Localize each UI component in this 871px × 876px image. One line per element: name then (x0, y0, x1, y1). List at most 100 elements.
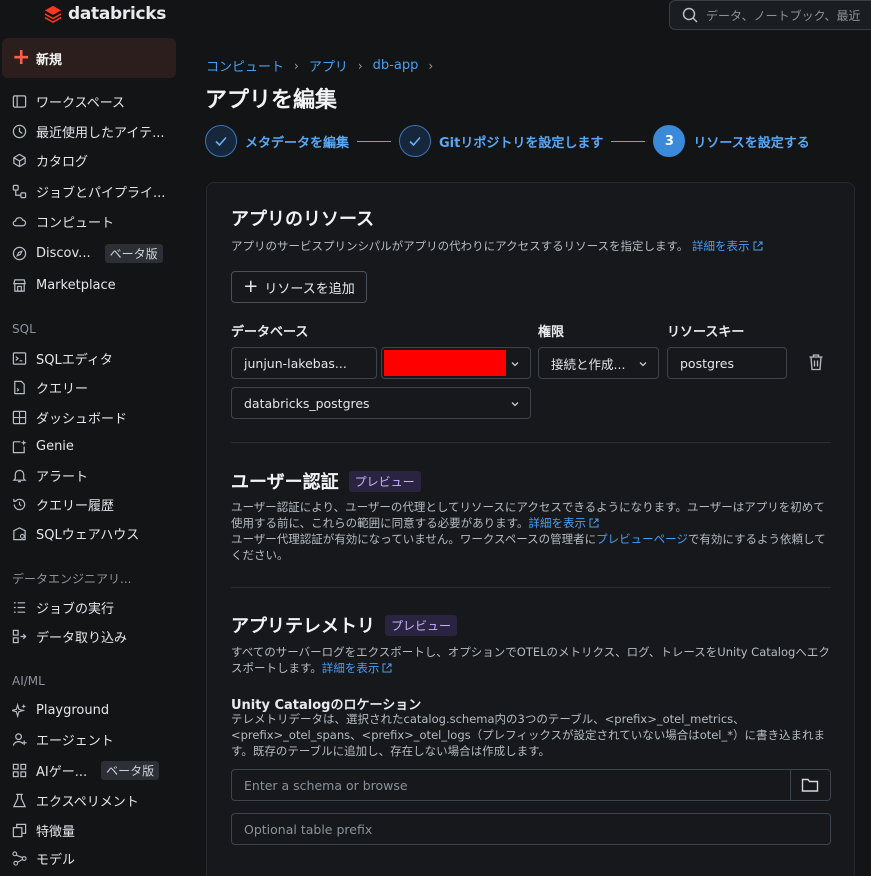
sidebar-item-ai-gateway[interactable]: AIゲー... ベータ版 (10, 758, 186, 782)
resources-desc: アプリのサービスプリンシパルがアプリの代わりにアクセスするリソースを指定します。… (231, 238, 831, 254)
add-resource-button[interactable]: + リソースを追加 (231, 271, 367, 303)
step-connector (611, 140, 646, 142)
user-auth-desc: ユーザー認証により、ユーザーの代理としてリソースにアクセスできるようになります。… (231, 500, 826, 562)
brand-name: databricks (68, 4, 167, 24)
sidebar-item-genie[interactable]: Genie (10, 434, 186, 458)
preview-page-link[interactable]: プレビューページ (596, 532, 688, 546)
divider (231, 442, 831, 443)
chevron-down-icon (639, 362, 647, 367)
sidebar-item-agents[interactable]: エージェント (10, 727, 186, 751)
telemetry-learn-more-link[interactable]: 詳細を表示 (322, 661, 380, 675)
chevron-right-icon: › (294, 58, 299, 73)
top-bar: databricks データ、ノートブック、最近 (0, 0, 871, 32)
beta-badge: ベータ版 (101, 760, 160, 780)
section-ai-ml: AI/ML (12, 674, 45, 688)
sidebar-item-recents[interactable]: 最近使用したアイテ... (10, 119, 186, 143)
catalog-icon (10, 151, 28, 169)
chevron-down-icon (511, 402, 519, 407)
breadcrumb-app[interactable]: db-app (373, 58, 419, 73)
history-icon (10, 495, 28, 513)
step-3-label[interactable]: リソースを設定する (693, 132, 809, 151)
sql-editor-icon (10, 349, 28, 367)
resource-key-input[interactable]: postgres (667, 347, 787, 379)
global-search[interactable]: データ、ノートブック、最近 (669, 0, 871, 30)
databricks-logo[interactable]: databricks (44, 4, 166, 24)
plus-icon: + (12, 45, 31, 70)
main-content: コンピュート › アプリ › db-app › アプリを編集 メタデータを編集 … (189, 32, 871, 876)
job-runs-icon (10, 598, 28, 616)
step-2-label[interactable]: Gitリポジトリを設定します (439, 132, 603, 151)
trash-icon[interactable] (808, 353, 824, 371)
breadcrumb-apps[interactable]: アプリ (309, 56, 348, 75)
section-sql: SQL (12, 322, 36, 336)
sidebar-item-query-history[interactable]: クエリー履歴 (10, 492, 186, 516)
database-select[interactable]: databricks_postgres (231, 387, 531, 419)
permission-column-label: 権限 (538, 325, 565, 340)
search-input[interactable]: データ、ノートブック、最近 (706, 7, 861, 24)
redacted-select[interactable] (381, 347, 531, 379)
query-icon (10, 378, 28, 396)
agent-icon (10, 730, 28, 748)
sidebar-item-job-runs[interactable]: ジョブの実行 (10, 595, 186, 619)
permission-select[interactable]: 接続と作成... (538, 347, 659, 379)
cloud-icon (10, 212, 28, 230)
sidebar-item-experiments[interactable]: エクスペリメント (10, 788, 186, 812)
sidebar-item-alerts[interactable]: アラート (10, 463, 186, 487)
stepper: メタデータを編集 Gitリポジトリを設定します 3 リソースを設定する (205, 124, 810, 158)
resources-title: アプリのリソース (231, 209, 375, 230)
sidebar-item-features[interactable]: 特徴量 (10, 818, 186, 842)
folder-icon (801, 778, 818, 792)
clock-icon (10, 122, 28, 140)
chevron-right-icon: › (357, 58, 363, 73)
breadcrumb: コンピュート › アプリ › db-app › (206, 56, 433, 75)
workspace-icon (10, 92, 28, 110)
divider (231, 587, 831, 588)
resource-key-column-label: リソースキー (667, 325, 745, 340)
sidebar: + 新規 ワークスペース 最近使用したアイテ... カタログ ジョブとパイプライ… (0, 32, 189, 876)
breadcrumb-compute[interactable]: コンピュート (206, 56, 284, 75)
schema-input[interactable]: Enter a schema or browse (231, 769, 791, 801)
sidebar-item-queries[interactable]: クエリー (10, 375, 186, 399)
table-prefix-input[interactable]: Optional table prefix (231, 813, 831, 845)
sidebar-item-workflows[interactable]: ジョブとパイプライ... (10, 179, 186, 203)
sparkle-icon (10, 701, 28, 719)
sidebar-item-compute[interactable]: コンピュート (10, 209, 186, 233)
sidebar-item-discover[interactable]: Discov... ベータ版 (10, 241, 186, 265)
step-3-number: 3 (653, 125, 686, 157)
sidebar-item-sql-warehouses[interactable]: SQLウェアハウス (10, 521, 186, 545)
instance-select[interactable]: junjun-lakebas... (231, 347, 377, 379)
preview-badge: プレビュー (385, 614, 458, 636)
preview-badge: プレビュー (348, 470, 421, 492)
step-2-check-icon (399, 125, 432, 157)
sidebar-item-models[interactable]: モデル (10, 846, 186, 870)
flask-icon (10, 791, 28, 809)
step-1-label[interactable]: メタデータを編集 (245, 132, 349, 151)
beta-badge: ベータ版 (104, 243, 163, 263)
user-auth-learn-more-link[interactable]: 詳細を表示 (529, 516, 587, 530)
features-icon (10, 821, 28, 839)
sidebar-item-catalog[interactable]: カタログ (10, 148, 186, 172)
sidebar-item-data-ingestion[interactable]: データ取り込み (10, 624, 186, 648)
new-button-label: 新規 (36, 52, 63, 68)
page-title: アプリを編集 (205, 88, 338, 113)
sidebar-item-workspace[interactable]: ワークスペース (10, 89, 186, 113)
uc-location-desc: テレメトリデータは、選択されたcatalog.schema内の3つのテーブル、<… (231, 712, 826, 758)
section-data-engineering: データエンジニアリ... (12, 572, 132, 586)
chevron-right-icon: › (428, 58, 434, 73)
external-link-icon (589, 518, 599, 528)
sidebar-item-marketplace[interactable]: Marketplace (10, 273, 186, 297)
new-button[interactable]: + 新規 (2, 38, 176, 78)
telemetry-desc: すべてのサーバーログをエクスポートし、オプションでOTELのメトリクス、ログ、ト… (231, 645, 830, 675)
resources-learn-more-link[interactable]: 詳細を表示 (692, 239, 750, 253)
plus-icon: + (243, 276, 259, 297)
sidebar-item-playground[interactable]: Playground (10, 698, 186, 722)
sidebar-item-sql-editor[interactable]: SQLエディタ (10, 346, 186, 370)
database-column-label: データベース (231, 325, 309, 340)
sidebar-item-dashboards[interactable]: ダッシュボード (10, 405, 186, 429)
browse-button[interactable] (789, 769, 831, 801)
config-card: アプリのリソース アプリのサービスプリンシパルがアプリの代わりにアクセスするリソ… (206, 182, 855, 876)
redacted-block (384, 350, 506, 376)
chevron-down-icon (511, 362, 519, 367)
model-icon (10, 849, 28, 867)
step-connector (357, 140, 392, 142)
